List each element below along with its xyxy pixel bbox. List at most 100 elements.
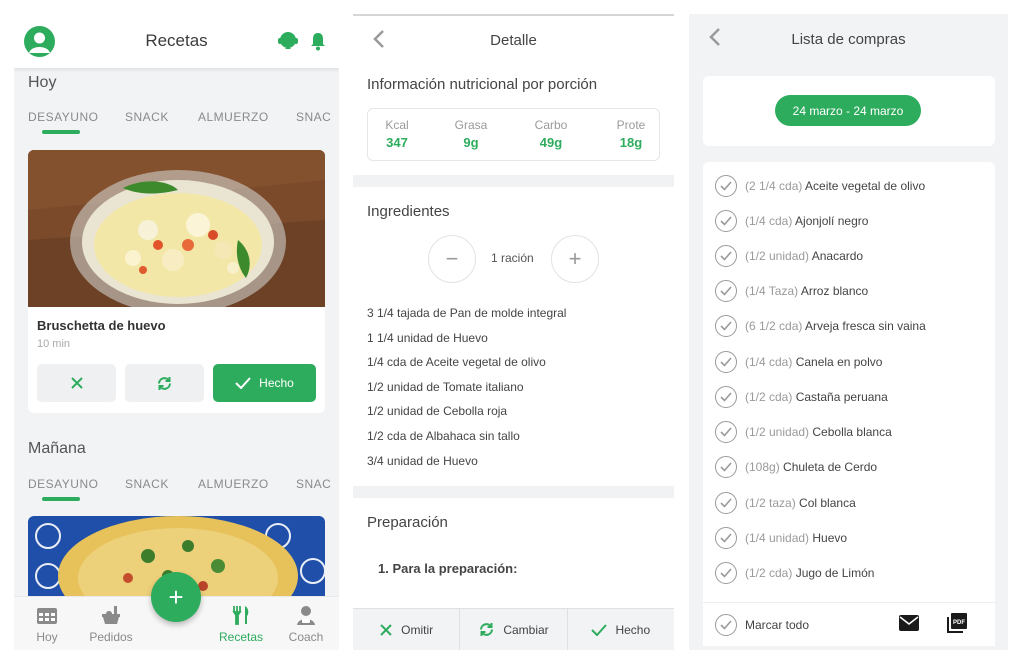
check-icon xyxy=(591,623,608,636)
plus-icon: + xyxy=(568,246,582,271)
ingredient-item: 1/4 cda de Aceite vegetal de olivo xyxy=(367,355,546,369)
ingredient-item: 1/2 unidad de Tomate italiano xyxy=(367,380,524,394)
recipe-time: 10 min xyxy=(37,338,71,350)
check-circle-icon[interactable] xyxy=(715,562,737,584)
meal-tabs-tomorrow: DESAYUNO SNACK ALMUERZO SNAC xyxy=(14,477,339,507)
detail-action-bar: Omitir Cambiar Hecho xyxy=(353,608,674,650)
servings-value: 1 ración xyxy=(491,251,534,265)
swap-label: Cambiar xyxy=(503,622,549,637)
decrease-servings-button[interactable]: − xyxy=(428,235,476,283)
check-circle-icon[interactable] xyxy=(715,210,737,232)
tabbar-item-coach[interactable]: Coach xyxy=(276,605,336,644)
tab-lunch[interactable]: ALMUERZO xyxy=(198,110,269,124)
tabbar-item-orders[interactable]: Pedidos xyxy=(81,605,141,644)
tab-snack[interactable]: SNACK xyxy=(125,110,169,124)
list-item[interactable]: (1/2 cda) Jugo de Limón xyxy=(715,561,874,585)
check-circle-icon[interactable] xyxy=(715,351,737,373)
list-item[interactable]: (2 1/4 cda) Aceite vegetal de olivo xyxy=(715,174,925,198)
list-item[interactable]: (6 1/2 cda) Arveja fresca sin vaina xyxy=(715,314,926,338)
item-qty: (1/4 Taza) xyxy=(745,284,799,298)
check-circle-icon[interactable] xyxy=(715,456,737,478)
list-item[interactable]: (1/4 unidad) Huevo xyxy=(715,526,847,550)
back-icon[interactable] xyxy=(369,28,391,50)
back-icon[interactable] xyxy=(705,26,727,48)
item-name: Cebolla blanca xyxy=(812,425,892,439)
check-circle-icon[interactable] xyxy=(715,614,737,636)
coach-chat-icon[interactable] xyxy=(277,30,299,57)
mark-all-row[interactable]: Marcar todo xyxy=(715,613,809,637)
item-name: Canela en polvo xyxy=(795,355,883,369)
list-item[interactable]: (1/2 unidad) Anacardo xyxy=(715,244,863,268)
check-circle-icon[interactable] xyxy=(715,175,737,197)
bell-icon[interactable] xyxy=(309,31,327,56)
skip-button[interactable] xyxy=(37,364,116,402)
nutri-protein: Prote 18g xyxy=(616,118,646,150)
check-circle-icon[interactable] xyxy=(715,527,737,549)
item-qty: (1/4 unidad) xyxy=(745,531,810,545)
tab-breakfast[interactable]: DESAYUNO xyxy=(28,110,98,124)
list-item[interactable]: (1/2 unidad) Cebolla blanca xyxy=(715,420,892,444)
increase-servings-button[interactable]: + xyxy=(551,235,599,283)
tab-snack[interactable]: SNACK xyxy=(125,477,169,491)
item-qty: (6 1/2 cda) xyxy=(745,319,803,333)
tab-snack-2[interactable]: SNAC xyxy=(296,110,331,124)
check-circle-icon[interactable] xyxy=(715,280,737,302)
nutri-kcal: Kcal 347 xyxy=(385,118,409,150)
recipe-photo xyxy=(28,150,325,307)
recipe-card[interactable]: Bruschetta de huevo 10 min Hecho xyxy=(28,150,325,413)
list-item[interactable]: (1/2 taza) Col blanca xyxy=(715,491,856,515)
shopping-header: Lista de compras xyxy=(689,14,1008,64)
tab-breakfast[interactable]: DESAYUNO xyxy=(28,477,98,491)
mark-all-label: Marcar todo xyxy=(745,618,810,632)
swap-button[interactable] xyxy=(125,364,204,402)
skip-button[interactable]: Omitir xyxy=(353,609,461,650)
done-button[interactable]: Hecho xyxy=(213,364,316,402)
tab-snack-2[interactable]: SNAC xyxy=(296,477,331,491)
item-qty: (1/2 cda) xyxy=(745,566,793,580)
tabbar-item-recipes[interactable]: Recetas xyxy=(211,605,271,644)
tabbar-label: Recetas xyxy=(218,630,264,644)
ingredient-item: 1 1/4 unidad de Huevo xyxy=(367,331,488,345)
item-qty: (1/4 cda) xyxy=(745,214,793,228)
check-circle-icon[interactable] xyxy=(715,492,737,514)
check-circle-icon[interactable] xyxy=(715,386,737,408)
item-qty: (1/2 unidad) xyxy=(745,425,810,439)
nutri-carbs: Carbo 49g xyxy=(534,118,568,150)
fork-knife-icon xyxy=(232,606,249,625)
meal-tabs-today: DESAYUNO SNACK ALMUERZO SNAC xyxy=(14,110,339,140)
profile-avatar-icon[interactable] xyxy=(24,26,55,57)
list-item[interactable]: (1/4 Taza) Arroz blanco xyxy=(715,279,868,303)
detail-header: Detalle xyxy=(353,14,674,64)
page-title: Detalle xyxy=(490,31,537,49)
add-button[interactable]: + xyxy=(151,572,201,622)
date-range-button[interactable]: 24 marzo - 24 marzo xyxy=(775,95,921,126)
item-name: Aceite vegetal de olivo xyxy=(805,179,926,193)
item-name: Anacardo xyxy=(811,249,864,263)
section-divider xyxy=(353,175,674,187)
mail-icon[interactable] xyxy=(899,615,919,636)
list-item[interactable]: (1/4 cda) Ajonjolí negro xyxy=(715,209,868,233)
tabbar-item-today[interactable]: Hoy xyxy=(17,605,77,644)
check-circle-icon[interactable] xyxy=(715,421,737,443)
swap-button[interactable]: Cambiar xyxy=(460,609,568,650)
check-circle-icon[interactable] xyxy=(715,245,737,267)
recipes-header: Recetas xyxy=(14,14,339,68)
shopping-list: (2 1/4 cda) Aceite vegetal de olivo (1/4… xyxy=(703,162,995,604)
check-circle-icon[interactable] xyxy=(715,315,737,337)
preparation-step: 1. Para la preparación: xyxy=(378,561,518,576)
tab-lunch[interactable]: ALMUERZO xyxy=(198,477,269,491)
item-qty: (1/2 taza) xyxy=(745,496,796,510)
ingredients-title: Ingredientes xyxy=(367,203,450,220)
done-button[interactable]: Hecho xyxy=(568,609,674,650)
preparation-title: Preparación xyxy=(367,514,448,531)
shopping-list-screen: Lista de compras 24 marzo - 24 marzo (2 … xyxy=(689,14,1008,650)
list-item[interactable]: (108g) Chuleta de Cerdo xyxy=(715,455,877,479)
date-range-card: 24 marzo - 24 marzo xyxy=(703,76,995,146)
shopping-footer: Marcar todo PDF xyxy=(703,602,995,646)
list-item[interactable]: (1/4 cda) Canela en polvo xyxy=(715,350,882,374)
list-item[interactable]: (1/2 cda) Castaña peruana xyxy=(715,385,888,409)
check-icon xyxy=(235,377,251,389)
pdf-icon[interactable]: PDF xyxy=(947,613,967,638)
skip-label: Omitir xyxy=(401,622,434,637)
ingredient-item: 3/4 unidad de Huevo xyxy=(367,454,478,468)
